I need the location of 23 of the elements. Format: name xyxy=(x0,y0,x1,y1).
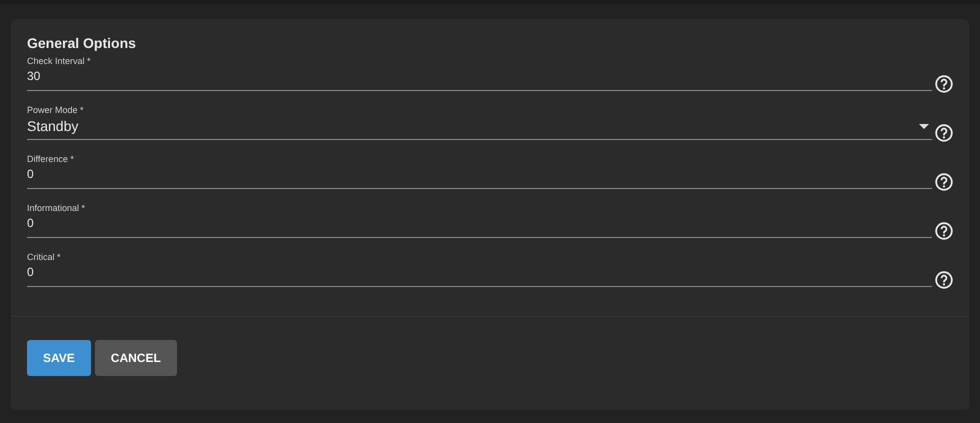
field-label: Power Mode * xyxy=(27,105,84,115)
help-icon[interactable] xyxy=(935,271,953,289)
input-field[interactable]: Difference * 0 xyxy=(27,151,932,189)
help-icon[interactable] xyxy=(935,222,953,240)
input-field[interactable]: Critical * 0 xyxy=(27,249,932,287)
section-title: General Options xyxy=(26,34,137,53)
field-label: Informational * xyxy=(27,203,86,213)
field-value: 30 xyxy=(27,69,40,83)
field-label: Check Interval * xyxy=(27,56,91,66)
field-label: Difference * xyxy=(27,154,74,164)
select-field[interactable]: Power Mode * Standby xyxy=(27,102,932,140)
field-value: 0 xyxy=(27,167,34,181)
help-icon[interactable] xyxy=(935,124,953,142)
field-value: Standby xyxy=(27,118,78,134)
input-field[interactable]: Informational * 0 xyxy=(27,200,932,238)
cancel-button[interactable]: CANCEL xyxy=(94,340,177,376)
help-icon[interactable] xyxy=(935,75,953,93)
input-field[interactable]: Check Interval * 30 xyxy=(27,53,932,91)
field-value: 0 xyxy=(27,216,34,230)
field-value: 0 xyxy=(27,265,34,279)
field-label: Critical * xyxy=(27,252,61,262)
caret-icon xyxy=(919,124,929,128)
help-icon[interactable] xyxy=(935,173,953,191)
